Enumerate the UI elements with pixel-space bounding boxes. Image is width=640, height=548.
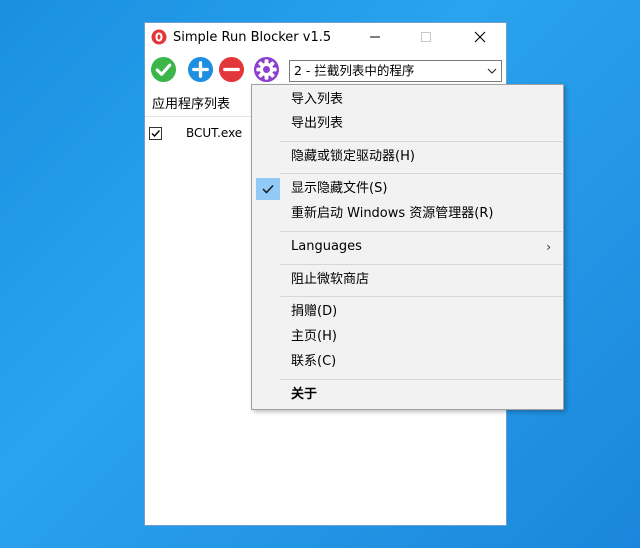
settings-icon[interactable] [253,56,280,83]
menu-item-contact[interactable]: 联系(C) [252,350,563,374]
desktop: { "window": { "title": "Simple Run Block… [0,0,640,548]
chevron-down-icon [487,68,497,74]
list-header[interactable]: 应用程序列表 [145,93,255,117]
list-item[interactable]: BCUT.exe [149,124,242,142]
menu-separator [280,296,562,297]
menu-separator [280,379,562,380]
menu-item-restart-explorer[interactable]: 重新启动 Windows 资源管理器(R) [252,202,563,226]
maximize-button[interactable] [403,23,449,51]
mode-select-value: 2 - 拦截列表中的程序 [294,63,415,78]
close-icon [474,31,486,43]
menu-item-donate[interactable]: 捐赠(D) [252,300,563,324]
remove-icon[interactable] [218,56,245,83]
menu-item-block-store[interactable]: 阻止微软商店 [252,268,563,292]
app-logo-icon [151,29,167,45]
menu-item-languages[interactable]: Languages › [252,235,563,259]
mode-select[interactable]: 2 - 拦截列表中的程序 [289,60,502,82]
window-title: Simple Run Blocker v1.5 [173,29,332,45]
item-name: BCUT.exe [186,126,243,140]
menu-separator [280,173,562,174]
check-icon[interactable] [150,56,177,83]
menu-separator [280,231,562,232]
add-icon[interactable] [187,56,214,83]
minimize-icon [370,36,380,38]
menu-item-hide-drives[interactable]: 隐藏或锁定驱动器(H) [252,145,563,169]
menu-item-export[interactable]: 导出列表 [252,112,563,136]
menu-item-about[interactable]: 关于 [252,383,563,407]
menu-item-homepage[interactable]: 主页(H) [252,325,563,349]
menu-separator [280,264,562,265]
menu-separator [280,141,562,142]
menu-item-import[interactable]: 导入列表 [252,88,563,112]
toolbar: 2 - 拦截列表中的程序 [145,53,506,87]
close-button[interactable] [457,23,503,51]
title-bar[interactable]: Simple Run Blocker v1.5 [145,23,506,51]
menu-item-show-hidden[interactable]: 显示隐藏文件(S) [252,177,563,201]
minimize-button[interactable] [352,23,398,51]
checkmark-icon [151,129,161,137]
chevron-right-icon: › [546,240,551,254]
maximize-icon [421,32,431,42]
context-menu: 导入列表 导出列表 隐藏或锁定驱动器(H) 显示隐藏文件(S) 重新启动 Win… [251,84,564,410]
languages-label: Languages [291,239,362,254]
item-checkbox[interactable] [149,126,162,140]
